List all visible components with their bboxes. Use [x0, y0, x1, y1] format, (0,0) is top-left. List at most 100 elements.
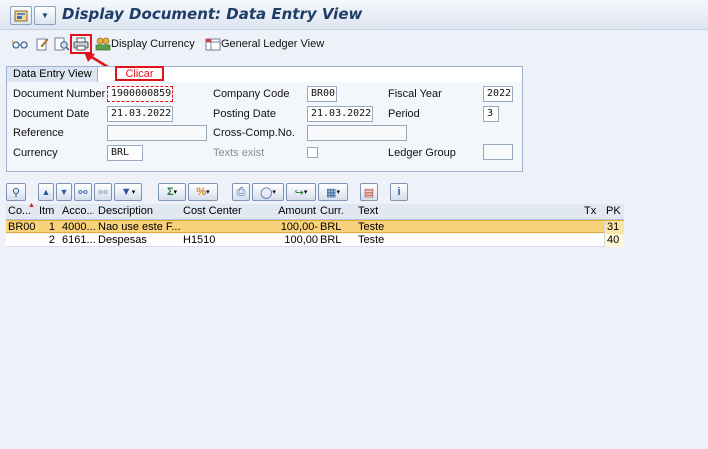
display-currency-button[interactable]: Display Currency — [111, 38, 195, 50]
binoculars-next-icon: ⚯ — [98, 186, 108, 199]
ledger-group-label: Ledger Group — [388, 147, 456, 159]
fiscal-year-label: Fiscal Year — [388, 88, 442, 100]
cell-account[interactable]: 4000... — [62, 221, 96, 233]
fiscal-year-field[interactable]: 2022 — [483, 86, 513, 102]
cell-text: Teste — [358, 221, 385, 233]
column-header-cost-center[interactable]: Cost Center — [183, 204, 253, 219]
chevron-down-icon: ▾ — [173, 189, 178, 196]
column-header-pk[interactable]: PK — [606, 204, 622, 219]
filter-icon: ▼ — [120, 186, 132, 198]
column-header-text[interactable]: Text — [358, 204, 558, 219]
print-preview-button[interactable]: ⎙ — [232, 183, 250, 201]
cell-currency: BRL — [320, 234, 342, 246]
tab-data-entry-view[interactable]: Data Entry View — [6, 66, 98, 82]
print-icon[interactable] — [73, 37, 89, 51]
export-button[interactable]: ↪ ▾ — [286, 183, 316, 201]
cross-comp-label: Cross-Comp.No. — [213, 127, 295, 139]
column-header-description[interactable]: Description — [98, 204, 178, 219]
sort-down-icon: ▼ — [59, 187, 69, 197]
sort-ascending-button[interactable]: ▲ — [38, 183, 54, 201]
reference-label: Reference — [13, 127, 64, 139]
general-ledger-view-button[interactable]: General Ledger View — [221, 38, 324, 50]
filter-button[interactable]: ▼ ▾ — [114, 183, 142, 201]
posting-date-field[interactable]: 21.03.2022 — [307, 106, 373, 122]
binoculars-icon: ⚯ — [78, 186, 88, 199]
texts-exist-checkbox[interactable] — [307, 147, 318, 158]
currency-icon[interactable] — [95, 37, 111, 51]
document-pencil-icon[interactable] — [34, 37, 50, 51]
chevron-down-icon: ▾ — [303, 189, 308, 196]
table-row[interactable]: BR00 1 4000... Nao use este F... 100,00-… — [6, 220, 624, 234]
dropdown-menu-button[interactable]: ▼ — [34, 6, 56, 25]
document-date-label: Document Date — [13, 108, 90, 120]
period-field[interactable]: 3 — [483, 106, 499, 122]
period-label: Period — [388, 108, 420, 120]
layout-grid-icon: ▦ — [326, 186, 337, 199]
click-callout: Clicar — [115, 66, 164, 81]
graphic-button[interactable]: ▤ — [360, 183, 378, 201]
cell-currency: BRL — [320, 221, 342, 233]
magnifier-icon: ⚲ — [11, 186, 21, 199]
screen-menu-icon — [14, 10, 28, 21]
currency-field[interactable]: BRL — [107, 145, 143, 161]
find-button[interactable]: ⚯ — [74, 183, 92, 201]
document-number-field[interactable]: 1900000859 — [107, 86, 173, 102]
grid-toolbar: ⚲ ▲ ▼ ⚯ ⚯ ▼ ▾ Σ ▾ % ▾ ⎙ ◯ ▾ ↪ ▾ ▦ ▾ ▤ i — [6, 183, 606, 203]
table-row[interactable]: 2 6161... Despesas H1510 100,00 BRL Test… — [6, 234, 624, 247]
chevron-down-icon: ▾ — [336, 189, 340, 196]
cell-text: Teste — [358, 234, 385, 246]
info-icon: i — [397, 186, 401, 198]
cell-item: 1 — [48, 221, 55, 233]
column-header-tax[interactable]: Tx — [584, 204, 600, 219]
document-date-field[interactable]: 21.03.2022 — [107, 106, 173, 122]
system-menu-button[interactable] — [10, 6, 32, 25]
page-title: Display Document: Data Entry View — [62, 5, 363, 23]
information-button[interactable]: i — [390, 183, 408, 201]
cell-pk: 31 — [607, 221, 620, 233]
bar-chart-icon: ▤ — [363, 186, 375, 199]
sum-button[interactable]: Σ ▾ — [158, 183, 186, 201]
content-area — [6, 220, 708, 449]
subtotal-icon: % — [196, 186, 207, 198]
views-button[interactable]: ◯ ▾ — [252, 183, 284, 201]
column-header-itm[interactable]: Itm — [39, 204, 59, 219]
search-document-icon[interactable] — [54, 37, 70, 51]
column-header-currency[interactable]: Curr. — [320, 204, 350, 219]
sort-indicator-icon: ▲ — [28, 202, 35, 209]
currency-label: Currency — [13, 147, 58, 159]
cell-amount: 100,00- — [280, 221, 318, 233]
sum-icon: Σ — [166, 186, 174, 198]
sort-up-icon: ▲ — [41, 187, 51, 197]
glasses-icon[interactable] — [12, 37, 28, 51]
layout-button[interactable]: ▦ ▾ — [318, 183, 348, 201]
cell-account[interactable]: 6161... — [62, 234, 96, 246]
document-number-label: Document Number — [13, 88, 106, 100]
column-header-account[interactable]: Acco... — [62, 204, 94, 219]
cell-pk: 40 — [607, 234, 620, 246]
cell-description: Despesas — [98, 234, 147, 246]
print-icon: ⎙ — [236, 185, 246, 198]
title-bar: ▼ Display Document: Data Entry View — [0, 0, 708, 30]
subtotal-button[interactable]: % ▾ — [188, 183, 218, 201]
table-header: Co... ▲ Itm Acco... Description Cost Cen… — [6, 202, 624, 220]
cell-company-code: BR00 — [8, 221, 36, 233]
ledger-icon[interactable] — [205, 37, 221, 51]
cell-item: 2 — [48, 234, 55, 246]
cell-cost-center: H1510 — [183, 234, 216, 246]
sort-descending-button[interactable]: ▼ — [56, 183, 72, 201]
find-next-button[interactable]: ⚯ — [94, 183, 112, 201]
posting-date-label: Posting Date — [213, 108, 276, 120]
column-header-amount[interactable]: Amount — [256, 204, 316, 219]
texts-exist-label: Texts exist — [213, 147, 265, 159]
chevron-down-icon: ▾ — [272, 189, 276, 196]
reference-field[interactable] — [107, 125, 207, 141]
views-icon: ◯ — [260, 186, 273, 199]
cross-comp-field[interactable] — [307, 125, 407, 141]
chevron-down-icon: ▼ — [41, 11, 49, 20]
company-code-field[interactable]: BR00 — [307, 86, 337, 102]
ledger-group-field[interactable] — [483, 144, 513, 160]
details-button[interactable]: ⚲ — [6, 183, 26, 201]
chevron-down-icon: ▾ — [131, 189, 136, 196]
chevron-down-icon: ▾ — [206, 189, 210, 196]
company-code-label: Company Code — [213, 88, 290, 100]
